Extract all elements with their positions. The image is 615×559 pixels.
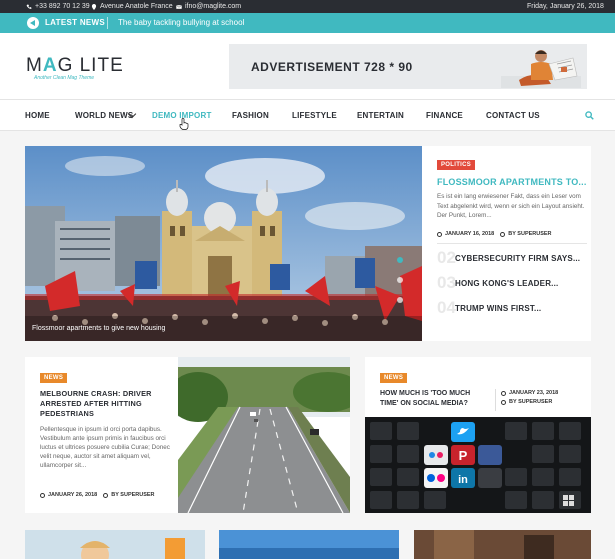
nav-item-entertain[interactable]: ENTERTAIN [357,111,404,120]
clock-icon [501,390,506,396]
main-navigation: HOME WORLD NEWS DEMO IMPORT FASHION LIFE… [0,99,615,131]
featured-meta: JANUARY 16, 2018 BY SUPERUSER [437,231,552,237]
related-number: 03 [437,273,456,292]
phone-contact[interactable]: +33 892 70 12 39 [26,3,90,10]
article-date: JANUARY 23, 2018 [509,390,559,396]
article-excerpt: Pellentesque in ipsum id orci porta dapi… [40,426,170,469]
highway-photo[interactable] [178,357,350,513]
phone-icon [26,4,32,9]
site-header: MAG LITE Another Clean Mag Theme ADVERTI… [0,33,615,99]
article-author-meta: BY SUPERUSER [501,399,552,405]
svg-text:in: in [458,474,468,486]
search-icon[interactable] [585,111,594,120]
divider [437,243,587,244]
svg-text:P: P [459,448,468,463]
nav-item-contact-us[interactable]: CONTACT US [486,111,540,120]
advertisement-banner[interactable]: ADVERTISEMENT 728 * 90 [229,44,587,89]
related-article-title[interactable]: TRUMP WINS FIRST... [455,304,541,313]
news-ticker: LATEST NEWS The baby tackling bullying a… [0,13,615,33]
current-date: Friday, January 26, 2018 [527,3,604,10]
article-title[interactable]: HOW MUCH IS 'TOO MUCH TIME' ON SOCIAL ME… [380,389,490,408]
featured-date: JANUARY 16, 2018 [445,231,495,237]
address-text: Avenue Anatole France [100,3,173,10]
cathedral-crowd-photo [25,146,422,341]
location-pin-icon [91,3,97,10]
hero-caption[interactable]: Flossmoor apartments to give new housing [32,325,165,332]
ticker-label: LATEST NEWS [45,18,106,27]
user-icon [501,399,506,405]
related-number: 02 [437,248,456,267]
newspaper-reader-illustration [501,50,581,88]
user-icon [500,231,506,237]
address-contact: Avenue Anatole France [91,3,173,10]
site-logo[interactable]: MAG LITE Another Clean Mag Theme [26,55,124,81]
social-keyboard-photo[interactable]: P in [365,417,591,513]
nav-item-fashion[interactable]: FASHION [232,111,269,120]
article-thumbnail[interactable] [219,530,399,559]
related-article-title[interactable]: HONG KONG'S LEADER... [455,279,558,288]
article-thumbnail[interactable] [414,530,591,559]
article-date: JANUARY 26, 2018 [48,492,98,498]
child-photo [25,530,205,559]
room-photo [414,530,591,559]
nav-item-world-news[interactable]: WORLD NEWS [75,111,133,120]
phone-number: +33 892 70 12 39 [35,3,90,10]
ticker-prev-icon[interactable] [27,17,39,29]
hero-slider[interactable]: Flossmoor apartments to give new housing [25,146,422,341]
article-title[interactable]: MELBOURNE CRASH: DRIVER ARRESTED AFTER H… [40,389,180,419]
article-thumbnail[interactable] [25,530,205,559]
related-article-title[interactable]: CYBERSECURITY FIRM SAYS... [455,254,580,263]
nav-item-lifestyle[interactable]: LIFESTYLE [292,111,337,120]
article-author[interactable]: BY SUPERUSER [111,492,154,498]
nav-item-finance[interactable]: FINANCE [426,111,463,120]
sky-photo [219,530,399,559]
category-badge-news[interactable]: NEWS [380,373,408,383]
ticker-headline[interactable]: The baby tackling bullying at school [118,18,244,27]
ticker-divider [107,17,108,29]
divider [495,389,496,411]
user-icon [103,492,109,498]
clock-icon [40,492,45,498]
logo-text: MAG LITE [26,55,124,76]
featured-excerpt: Es ist ein lang erwiesener Fakt, dass ei… [437,193,585,219]
article-author[interactable]: BY SUPERUSER [509,399,552,405]
clock-icon [437,231,442,237]
envelope-icon [176,4,182,9]
email-text: ifno@maglite.com [185,3,242,10]
hand-cursor-icon [179,118,189,130]
article-date-meta: JANUARY 23, 2018 [501,390,558,396]
advertisement-text: ADVERTISEMENT 728 * 90 [251,60,413,74]
category-badge-politics[interactable]: POLITICS [437,160,476,170]
featured-author[interactable]: BY SUPERUSER [508,231,551,237]
article-card: NEWS MELBOURNE CRASH: DRIVER ARRESTED AF… [25,357,350,513]
featured-panel: POLITICS FLOSSMOOR APARTMENTS TO... Es i… [422,146,591,341]
article-meta: JANUARY 26, 2018 BY SUPERUSER [40,492,155,498]
featured-title[interactable]: FLOSSMOOR APARTMENTS TO... [437,177,587,187]
top-bar: +33 892 70 12 39 Avenue Anatole France i… [0,0,615,13]
nav-item-home[interactable]: HOME [25,111,50,120]
email-contact[interactable]: ifno@maglite.com [176,3,241,10]
article-card: NEWS HOW MUCH IS 'TOO MUCH TIME' ON SOCI… [365,357,591,513]
related-number: 04 [437,298,456,317]
category-badge-news[interactable]: NEWS [40,373,68,383]
